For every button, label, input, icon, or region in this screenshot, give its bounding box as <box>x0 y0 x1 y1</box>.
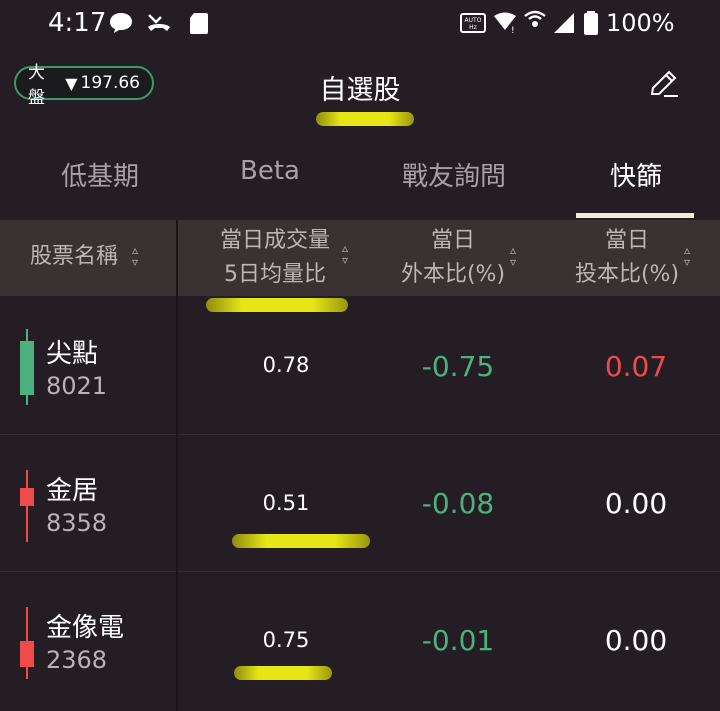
tab-ally-inquiry[interactable]: 戰友詢問 <box>364 156 544 193</box>
pencil-icon[interactable] <box>646 66 682 102</box>
missed-call-icon <box>148 14 170 31</box>
active-tab-indicator <box>576 213 694 218</box>
header-volume-ratio-line2[interactable]: 5日均量比 <box>200 258 350 292</box>
sort-icon[interactable]: ▵ ▿ <box>510 244 516 268</box>
foreign-ratio-value: -0.08 <box>421 487 495 520</box>
highlight-mark <box>234 666 332 680</box>
stock-name: 金像電 <box>46 613 125 643</box>
highlight-mark <box>316 112 414 126</box>
red-candlestick-icon <box>20 470 34 542</box>
red-candlestick-icon <box>20 607 34 679</box>
battery-percentage: 100% <box>606 9 675 37</box>
foreign-ratio-value: -0.75 <box>421 350 495 383</box>
auto-hz-icon: AUTO Hz <box>460 13 486 33</box>
trust-ratio-value: 0.00 <box>604 487 668 520</box>
header-volume-ratio-line1[interactable]: 當日成交量 <box>200 224 350 258</box>
table-row[interactable]: 金居 8358 0.51 -0.08 0.00 <box>0 434 720 572</box>
wifi-icon: ! <box>494 12 516 36</box>
stock-code: 8358 <box>46 509 108 537</box>
header-foreign-ratio-line2[interactable]: 外本比(%) <box>378 258 528 292</box>
svg-text:Hz: Hz <box>469 24 477 31</box>
status-time: 4:17 <box>48 8 107 38</box>
signal-icon <box>554 13 574 33</box>
table-row[interactable]: 尖點 8021 0.78 -0.75 0.07 <box>0 297 720 435</box>
tab-beta[interactable]: Beta <box>180 156 360 186</box>
status-bar: 4:17 AUTO Hz ! 100% <box>0 0 720 48</box>
svg-text:AUTO: AUTO <box>465 17 482 24</box>
table-header: 股票名稱 ▵ ▿ 當日成交量 5日均量比 ▵ ▿ 當日 外本比(%) ▵ ▿ 當日 投… <box>0 220 720 296</box>
tab-quick-screen[interactable]: 快篩 <box>546 156 720 193</box>
sort-icon[interactable]: ▵ ▿ <box>684 244 690 268</box>
header-foreign-ratio-line1[interactable]: 當日 <box>378 224 528 258</box>
chat-bubble-icon <box>110 13 132 33</box>
stock-name: 金居 <box>46 476 99 506</box>
volume-ratio-value: 0.78 <box>262 353 310 377</box>
page-title: 自選股 <box>319 75 401 106</box>
green-candlestick-icon <box>20 329 34 405</box>
stock-code: 2368 <box>46 646 108 674</box>
table-row[interactable]: 金像電 2368 0.75 -0.01 0.00 <box>0 571 720 711</box>
highlight-mark <box>232 534 370 548</box>
header-trust-ratio-line2[interactable]: 投本比(%) <box>552 258 702 292</box>
tab-bar: 低基期 Beta 戰友詢問 快篩 <box>0 140 720 220</box>
volume-ratio-value: 0.51 <box>262 491 310 515</box>
stock-name: 尖點 <box>46 339 99 369</box>
svg-text:!: ! <box>511 26 515 36</box>
foreign-ratio-value: -0.01 <box>421 624 495 657</box>
trust-ratio-value: 0.07 <box>604 350 668 383</box>
trust-ratio-value: 0.00 <box>604 624 668 657</box>
stock-code: 8021 <box>46 372 108 400</box>
sd-card-icon <box>190 13 208 34</box>
header-stock-name[interactable]: 股票名稱 <box>30 240 134 274</box>
volume-ratio-value: 0.75 <box>262 628 310 652</box>
tab-low-base[interactable]: 低基期 <box>10 156 190 193</box>
hotspot-icon <box>524 10 546 27</box>
battery-icon <box>584 11 598 35</box>
column-divider <box>176 220 178 711</box>
header-trust-ratio-line1[interactable]: 當日 <box>552 224 702 258</box>
sort-icon[interactable]: ▵ ▿ <box>342 242 348 266</box>
sort-icon[interactable]: ▵ ▿ <box>132 244 138 268</box>
